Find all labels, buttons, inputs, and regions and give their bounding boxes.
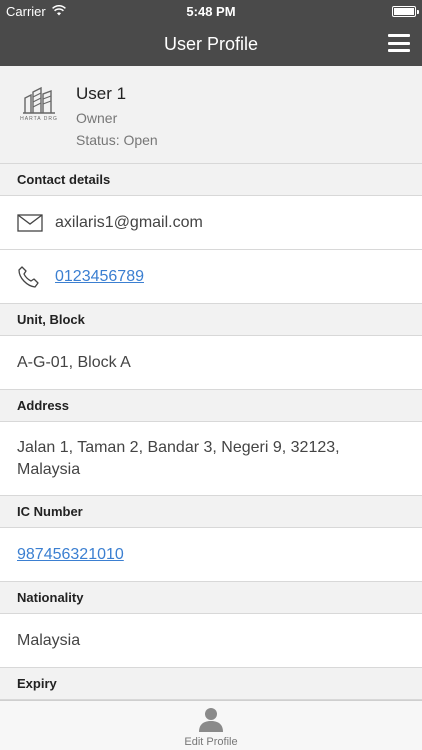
phone-icon bbox=[17, 265, 43, 289]
ic-row: 987456321010 bbox=[0, 528, 422, 582]
status-bar: Carrier 5:48 PM bbox=[0, 0, 422, 22]
section-header-contact: Contact details bbox=[0, 164, 422, 196]
status-left: Carrier bbox=[6, 4, 66, 19]
section-header-expiry: Expiry bbox=[0, 668, 422, 700]
envelope-icon bbox=[17, 213, 43, 232]
section-header-nationality: Nationality bbox=[0, 582, 422, 614]
battery-icon bbox=[392, 5, 419, 17]
nationality-value: Malaysia bbox=[17, 631, 81, 649]
nationality-row: Malaysia bbox=[0, 614, 422, 668]
section-header-ic: IC Number bbox=[0, 496, 422, 528]
edit-profile-label: Edit Profile bbox=[184, 735, 238, 748]
ic-number-link[interactable]: 987456321010 bbox=[17, 546, 124, 564]
unit-value: A-G-01, Block A bbox=[17, 353, 131, 371]
phone-row: 0123456789 bbox=[0, 250, 422, 304]
user-status: Status: Open bbox=[76, 132, 158, 148]
profile-info: User 1 Owner Status: Open bbox=[76, 82, 158, 148]
email-row: axilaris1@gmail.com bbox=[0, 196, 422, 250]
edit-profile-button[interactable]: Edit Profile bbox=[184, 704, 238, 748]
tab-bar: Edit Profile bbox=[0, 700, 422, 750]
section-header-address: Address bbox=[0, 390, 422, 422]
company-logo: HARTA DRG bbox=[18, 86, 60, 128]
phone-link[interactable]: 0123456789 bbox=[55, 268, 144, 286]
person-icon bbox=[198, 707, 223, 732]
hamburger-menu-icon[interactable] bbox=[388, 34, 410, 52]
logo-text: HARTA DRG bbox=[20, 116, 58, 122]
user-role: Owner bbox=[76, 110, 118, 126]
unit-row: A-G-01, Block A bbox=[0, 336, 422, 390]
user-name: User 1 bbox=[76, 84, 127, 103]
profile-card: HARTA DRG User 1 Owner Status: Open bbox=[0, 66, 422, 164]
building-logo-icon bbox=[23, 86, 55, 114]
carrier-label: Carrier bbox=[6, 3, 46, 19]
profile-content[interactable]: HARTA DRG User 1 Owner Status: Open Cont… bbox=[0, 66, 422, 700]
navigation-bar: User Profile bbox=[0, 22, 422, 66]
page-title: User Profile bbox=[163, 33, 259, 54]
address-value: Jalan 1, Taman 2, Bandar 3, Negeri 9, 32… bbox=[17, 438, 340, 478]
email-value: axilaris1@gmail.com bbox=[55, 213, 203, 231]
section-header-unit: Unit, Block bbox=[0, 304, 422, 336]
address-row: Jalan 1, Taman 2, Bandar 3, Negeri 9, 32… bbox=[0, 422, 422, 496]
wifi-icon bbox=[51, 4, 66, 19]
